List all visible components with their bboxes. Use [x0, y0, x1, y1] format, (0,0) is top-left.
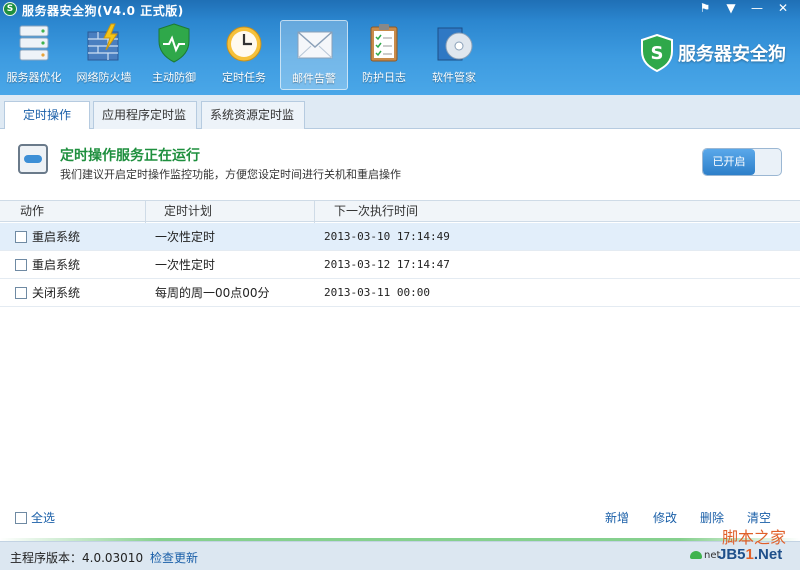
brand: S 服务器安全狗 — [640, 34, 786, 72]
toggle-label: 已开启 — [703, 149, 755, 175]
tab-app-monitor[interactable]: 应用程序定时监控 — [93, 101, 197, 148]
column-divider — [145, 201, 146, 223]
table-row[interactable]: 重启系统 一次性定时 2013-03-12 17:14:47 — [0, 251, 800, 279]
top-banner: S 服务器安全狗(V4.0 正式版) ⚑ ▼ — ✕ 服务器优化 网络防火墙 主… — [0, 0, 800, 95]
clock-icon — [226, 26, 262, 62]
toolbar-label: 主动防御 — [152, 71, 196, 84]
check-update-link[interactable]: 检查更新 — [150, 549, 198, 566]
toolbar-label: 服务器优化 — [6, 71, 62, 84]
tab-resource-monitor[interactable]: 系统资源定时监控 — [201, 101, 305, 148]
toolbar-item-protection-log[interactable]: 防护日志 — [350, 20, 418, 90]
tab-scheduled-ops[interactable]: 定时操作 — [4, 101, 90, 130]
toolbar-label: 网络防火墙 — [76, 71, 132, 84]
watermark-suffix: .Net — [753, 546, 783, 563]
service-toggle[interactable]: 已开启 — [702, 148, 782, 176]
watermark-cn: 脚本之家 — [722, 528, 787, 547]
select-all-label[interactable]: 全选 — [31, 509, 55, 526]
app-logo-icon: S — [3, 2, 17, 16]
status-title: 定时操作服务正在运行 — [60, 148, 200, 164]
column-next-run[interactable]: 下一次执行时间 — [334, 201, 418, 223]
table-header: 动作 定时计划 下一次执行时间 — [0, 200, 800, 223]
tab-strip: 定时操作 应用程序定时监控 系统资源定时监控 — [0, 95, 800, 148]
switch-icon — [18, 144, 48, 174]
network-indicator: net — [690, 550, 720, 561]
cell-action: 重启系统 — [32, 230, 81, 244]
toolbar-label: 防护日志 — [362, 71, 406, 84]
title-bar: S 服务器安全狗(V4.0 正式版) ⚑ ▼ — ✕ — [0, 0, 800, 18]
delete-button[interactable]: 删除 — [700, 509, 724, 526]
toolbar-item-scheduled-tasks[interactable]: 定时任务 — [210, 20, 278, 90]
window-title: 服务器安全狗(V4.0 正式版) — [22, 4, 184, 18]
toolbar-label: 定时任务 — [222, 71, 266, 84]
table-row[interactable]: 重启系统 一次性定时 2013-03-10 17:14:49 — [0, 223, 800, 251]
brand-name: 服务器安全狗 — [678, 44, 786, 65]
cell-plan: 一次性定时 — [155, 258, 216, 272]
status-description: 我们建议开启定时操作监控功能，方便您设定时间进行关机和重启操作 — [60, 168, 401, 181]
cell-plan: 每周的周一00点00分 — [155, 286, 270, 300]
window-controls: ⚑ ▼ — ✕ — [692, 0, 796, 16]
menu-dropdown-icon[interactable]: ▼ — [718, 0, 744, 16]
table-row[interactable]: 关闭系统 每周的周一00点00分 2013-03-11 00:00 — [0, 279, 800, 307]
cell-action: 关闭系统 — [32, 286, 81, 300]
mail-icon — [297, 31, 333, 59]
brand-badge-letter: S — [651, 43, 664, 64]
column-divider — [314, 201, 315, 223]
cell-action: 重启系统 — [32, 258, 81, 272]
toolbar-label: 软件管家 — [432, 71, 476, 84]
shield-icon — [158, 23, 190, 63]
firewall-bolt-icon — [87, 23, 119, 61]
edit-button[interactable]: 修改 — [653, 509, 677, 526]
add-button[interactable]: 新增 — [605, 509, 629, 526]
cell-plan: 一次性定时 — [155, 230, 216, 244]
toolbar-item-active-defense[interactable]: 主动防御 — [140, 20, 208, 90]
toolbar-item-software-manager[interactable]: 软件管家 — [420, 20, 488, 90]
toolbar-item-mail-alert[interactable]: 邮件告警 — [280, 20, 348, 90]
cell-next-run: 2013-03-10 17:14:49 — [324, 230, 450, 243]
toolbar-label: 邮件告警 — [292, 72, 336, 85]
toolbar-item-server-optimize[interactable]: 服务器优化 — [0, 20, 68, 90]
brand-shield-icon: S — [641, 34, 673, 72]
service-status-panel: 定时操作服务正在运行 我们建议开启定时操作监控功能，方便您设定时间进行关机和重启… — [0, 129, 800, 197]
row-checkbox[interactable] — [15, 287, 27, 299]
column-action[interactable]: 动作 — [20, 201, 44, 223]
column-plan[interactable]: 定时计划 — [164, 201, 212, 223]
toolbar-item-firewall[interactable]: 网络防火墙 — [70, 20, 138, 90]
disc-box-icon — [437, 27, 473, 61]
select-all-checkbox[interactable] — [15, 512, 27, 524]
skin-icon[interactable]: ⚑ — [692, 0, 718, 16]
status-bar: 主程序版本：4.0.03010 检查更新 net — [0, 541, 800, 570]
watermark-en: JB51.Net — [718, 546, 782, 563]
watermark-num: 1 — [745, 546, 754, 563]
clipboard-icon — [370, 24, 398, 62]
row-checkbox[interactable] — [15, 231, 27, 243]
close-icon[interactable]: ✕ — [770, 0, 796, 16]
watermark-prefix: JB5 — [718, 546, 746, 563]
main-toolbar: 服务器优化 网络防火墙 主动防御 定时任务 邮件告警 防护日志 软件管家 — [0, 20, 490, 90]
cell-next-run: 2013-03-12 17:14:47 — [324, 258, 450, 271]
minimize-icon[interactable]: — — [744, 0, 770, 16]
version-label: 主程序版本：4.0.03010 — [10, 551, 144, 565]
network-icon — [690, 551, 702, 559]
cell-next-run: 2013-03-11 00:00 — [324, 286, 430, 299]
server-rack-icon — [19, 25, 49, 61]
row-checkbox[interactable] — [15, 259, 27, 271]
